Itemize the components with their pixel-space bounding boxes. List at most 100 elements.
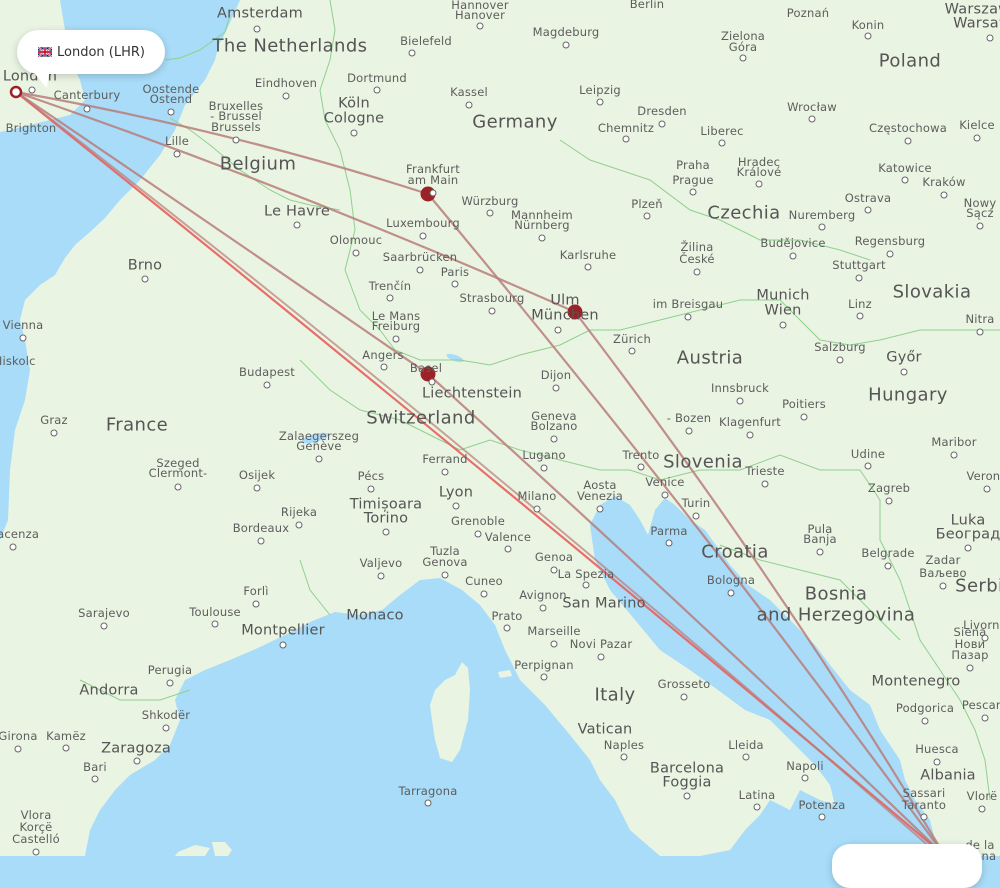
city-dot (282, 92, 290, 100)
city-label: Bolzano (530, 419, 578, 433)
country-label: Poland (878, 50, 942, 72)
city-dot (100, 622, 108, 630)
city-dot (504, 545, 512, 553)
city-dot (416, 266, 424, 274)
city-dot (964, 544, 972, 552)
city-label: Ferrand (422, 452, 468, 466)
city-dot (253, 484, 261, 492)
city-label: Naples (603, 738, 645, 752)
city-dot (978, 805, 986, 813)
city-dot (550, 640, 558, 648)
city-label: Linz (848, 297, 872, 311)
city-label: Kielce (959, 118, 995, 132)
city-label: München (531, 307, 599, 324)
city-dot (441, 468, 449, 476)
city-label: Brno (127, 257, 163, 274)
city-label: Kamëz (46, 729, 86, 743)
city-label: Nürnberg (514, 218, 570, 232)
city-label: Potenza (798, 798, 846, 812)
city-dot (693, 268, 701, 276)
city-dot (533, 505, 541, 513)
city-dot (28, 86, 36, 94)
city-label: Ваљево (919, 566, 967, 580)
city-label: Valjevo (359, 556, 403, 570)
city-label: Sarajevo (78, 606, 130, 620)
city-label: Bari (83, 760, 107, 774)
city-dot (550, 435, 558, 443)
city-dot (83, 105, 91, 113)
city-dot (257, 537, 265, 545)
city-dot (904, 137, 912, 145)
city-dot (921, 717, 929, 725)
destination-popup[interactable] (832, 844, 982, 888)
city-dot (232, 136, 240, 144)
city-dot (981, 634, 989, 642)
city-label: Ostend (149, 92, 193, 106)
city-label: Grosseto (657, 677, 711, 691)
city-dot (816, 548, 824, 556)
city-dot (465, 101, 473, 109)
city-label: Forlì (243, 584, 269, 598)
city-dot (976, 222, 984, 230)
city-dot (680, 693, 688, 701)
city-label: Pescara (961, 698, 1000, 712)
city-dot (419, 232, 427, 240)
city-dot (252, 600, 260, 608)
city-label: Torino (363, 510, 409, 527)
city-dot (367, 485, 375, 493)
city-label: Zagreb (867, 481, 911, 495)
city-dot (864, 206, 872, 214)
city-label: Innsbruck (710, 381, 770, 395)
origin-popup[interactable]: London (LHR) (17, 30, 165, 88)
city-dot (295, 521, 303, 529)
city-dot (684, 313, 692, 321)
city-label: Budějovice (760, 236, 826, 250)
city-dot (9, 543, 17, 551)
city-dot (622, 135, 630, 143)
city-label: Venezia (576, 489, 624, 503)
city-dot (408, 49, 416, 57)
city-label: Poznań (786, 6, 830, 20)
city-dot (753, 803, 761, 811)
city-label: Napoli (786, 759, 824, 773)
city-dot (540, 673, 548, 681)
city-dot (940, 191, 948, 199)
city-dot (429, 189, 437, 197)
city-dot (761, 480, 769, 488)
city-dot (211, 620, 219, 628)
city-dot (503, 624, 511, 632)
city-label: im Breisgau (652, 297, 724, 311)
city-label: Trieste (745, 464, 785, 478)
city-dot (637, 463, 645, 471)
country-label: Czechia (707, 202, 781, 224)
city-label: Banja (803, 532, 837, 546)
city-label: Parma (650, 524, 688, 538)
city-dot (392, 335, 400, 343)
city-label: Osijek (238, 468, 276, 482)
city-dot (486, 209, 494, 217)
city-label: Liberec (700, 124, 744, 138)
city-dot (939, 582, 947, 590)
country-label: Croatia (701, 541, 769, 563)
city-dot (836, 356, 844, 364)
city-dot (538, 234, 546, 242)
city-dot (386, 294, 394, 302)
city-label: Nitra (965, 312, 995, 326)
city-label: Genève (296, 439, 342, 453)
city-dot (900, 368, 908, 376)
city-dot (742, 753, 750, 761)
city-label: Lleida (728, 738, 764, 752)
city-dot (377, 572, 385, 580)
city-label: am Main (407, 173, 459, 187)
city-dot (452, 502, 460, 510)
city-dot (661, 491, 669, 499)
origin-label: London (LHR) (57, 44, 145, 60)
city-dot (864, 462, 872, 470)
city-label: Angers (362, 348, 404, 362)
city-label: Vlorë (966, 789, 998, 803)
country-label: Liechtenstein (422, 385, 522, 402)
city-dot (665, 539, 673, 547)
city-label: Kassel (450, 85, 488, 99)
city-label: Taranto (901, 798, 947, 812)
country-label: The Netherlands (212, 35, 368, 57)
